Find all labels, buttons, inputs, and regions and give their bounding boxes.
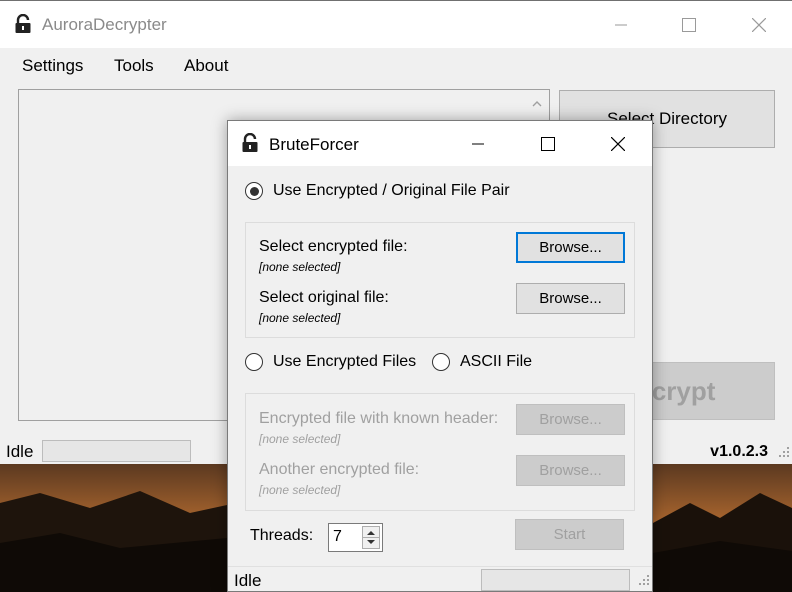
dialog-status-text: Idle xyxy=(234,571,262,590)
encrypted-file-label: Select encrypted file: xyxy=(259,238,408,255)
original-file-label: Select original file: xyxy=(259,289,389,306)
menu-about[interactable]: About xyxy=(184,56,228,76)
dialog-progress-bar xyxy=(481,569,630,591)
start-button[interactable]: Start xyxy=(515,519,624,550)
mode-ascii-radio[interactable]: ASCII File xyxy=(432,353,532,371)
threads-value[interactable]: 7 xyxy=(333,528,342,546)
browse-known-header-button[interactable]: Browse... xyxy=(516,404,625,435)
lock-icon xyxy=(14,13,32,38)
known-header-value: [none selected] xyxy=(259,432,341,446)
resize-grip-icon[interactable] xyxy=(778,445,790,462)
radio-selected-icon xyxy=(245,182,263,200)
encrypted-files-group: Encrypted file with known header: [none … xyxy=(245,393,635,511)
scroll-up-icon[interactable] xyxy=(529,96,545,112)
radio-unselected-icon xyxy=(245,353,263,371)
chevron-down-icon[interactable] xyxy=(367,540,375,544)
chevron-up-icon[interactable] xyxy=(367,531,375,535)
dialog-minimize-button[interactable] xyxy=(444,121,512,166)
stepper-arrows[interactable] xyxy=(362,526,380,549)
known-header-label: Encrypted file with known header: xyxy=(259,410,499,427)
mode-ascii-label: ASCII File xyxy=(460,353,533,370)
minimize-icon xyxy=(472,143,484,144)
dialog-statusbar: Idle xyxy=(228,566,652,592)
menu-tools[interactable]: Tools xyxy=(114,56,154,76)
dialog-titlebar[interactable]: BruteForcer xyxy=(228,121,652,166)
mode-pair-label: Use Encrypted / Original File Pair xyxy=(273,182,510,199)
close-icon xyxy=(752,17,766,32)
main-window-title: AuroraDecrypter xyxy=(42,15,167,34)
radio-unselected-icon xyxy=(432,353,450,371)
threads-stepper[interactable]: 7 xyxy=(328,523,383,552)
close-icon xyxy=(611,136,625,151)
mode-encrypted-files-radio[interactable]: Use Encrypted Files xyxy=(245,353,416,371)
another-file-value: [none selected] xyxy=(259,483,341,497)
mode-encrypted-files-label: Use Encrypted Files xyxy=(273,353,417,370)
main-status-text: Idle xyxy=(6,442,34,461)
browse-encrypted-button[interactable]: Browse... xyxy=(516,232,625,263)
version-label: v1.0.2.3 xyxy=(710,443,768,460)
mode-pair-radio[interactable]: Use Encrypted / Original File Pair xyxy=(245,182,510,200)
minimize-icon xyxy=(615,24,627,25)
maximize-icon xyxy=(682,17,696,32)
main-progress-bar xyxy=(42,440,191,462)
original-file-value: [none selected] xyxy=(259,311,341,325)
close-button[interactable] xyxy=(724,1,792,48)
dialog-title: BruteForcer xyxy=(269,135,359,154)
browse-original-button[interactable]: Browse... xyxy=(516,283,625,314)
threads-label: Threads: xyxy=(250,527,314,544)
lock-icon xyxy=(241,132,259,157)
encrypted-file-value: [none selected] xyxy=(259,260,341,274)
dialog-close-button[interactable] xyxy=(584,121,652,166)
bruteforcer-dialog: BruteForcer Use Encrypted / Original Fil… xyxy=(227,120,653,592)
maximize-icon xyxy=(541,136,555,151)
resize-grip-icon[interactable] xyxy=(638,573,650,590)
dialog-maximize-button[interactable] xyxy=(514,121,582,166)
pair-group: Select encrypted file: [none selected] B… xyxy=(245,222,635,338)
menu-settings[interactable]: Settings xyxy=(22,56,83,76)
menubar: Settings Tools About xyxy=(0,48,792,84)
maximize-button[interactable] xyxy=(654,1,724,48)
browse-another-file-button[interactable]: Browse... xyxy=(516,455,625,486)
minimize-button[interactable] xyxy=(586,1,656,48)
main-titlebar[interactable]: AuroraDecrypter xyxy=(0,1,792,48)
another-file-label: Another encrypted file: xyxy=(259,461,420,478)
